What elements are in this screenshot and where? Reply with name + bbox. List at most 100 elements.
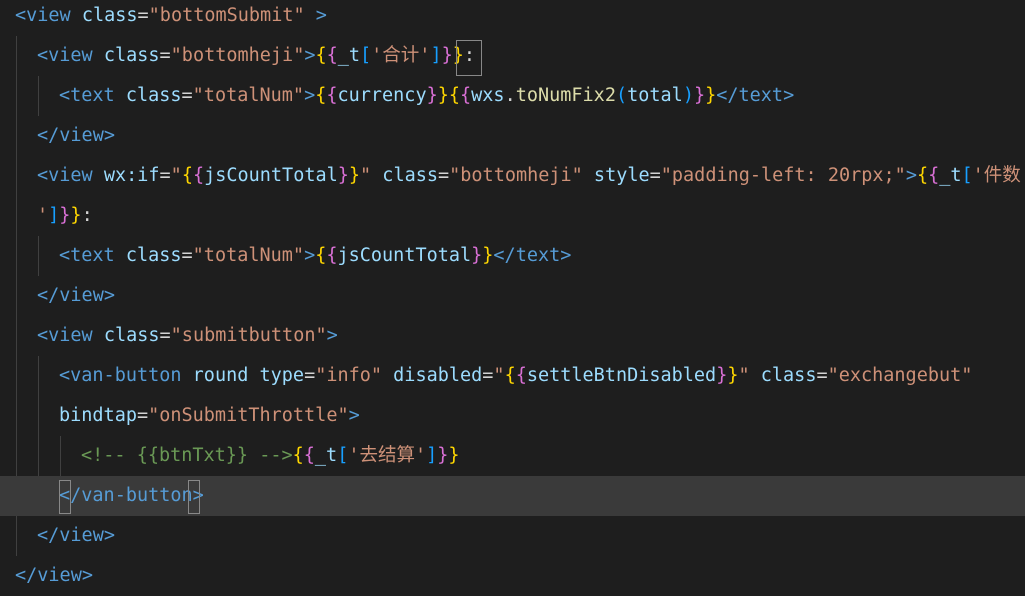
code-token: <: [37, 325, 49, 346]
code-token: {: [326, 85, 338, 106]
code-token: "totalNum": [192, 245, 305, 266]
code-text: <text class="totalNum">{{jsCountTotal}}<…: [59, 236, 571, 276]
code-token: view: [59, 525, 104, 546]
code-token: }: [716, 365, 728, 386]
code-token: >: [315, 5, 327, 26]
code-token: <: [15, 5, 27, 26]
bracket-match-highlight: [59, 480, 71, 514]
code-line[interactable]: <!-- {{btnTxt}} -->{{_t['去结算']}}: [0, 436, 1025, 476]
code-token: wxs: [471, 85, 505, 106]
code-token: jsCountTotal: [337, 245, 472, 266]
code-token: ': [37, 205, 49, 226]
code-line[interactable]: <view class="bottomheji">{{_t['合计']}}:: [0, 36, 1025, 76]
code-token: =: [816, 365, 828, 386]
code-token: <: [37, 45, 49, 66]
code-token: </: [493, 245, 516, 266]
code-token: currency: [337, 85, 427, 106]
code-line[interactable]: </view>: [0, 556, 1025, 596]
code-token: =: [649, 165, 661, 186]
code-token: class: [371, 165, 438, 186]
code-line[interactable]: </view>: [0, 516, 1025, 556]
code-token: "totalNum": [192, 85, 305, 106]
code-line[interactable]: <van-button round type="info" disabled="…: [0, 356, 1025, 396]
code-token: }: [70, 205, 82, 226]
code-text: <view class="bottomheji">{{_t['合计']}}:: [37, 36, 475, 76]
code-line[interactable]: <view wx:if="{{jsCountTotal}}" class="bo…: [0, 156, 1025, 196]
code-token: >: [103, 125, 115, 146]
code-token: {: [460, 85, 472, 106]
code-token: =: [482, 365, 494, 386]
code-token: >: [304, 245, 316, 266]
code-token: class: [749, 365, 817, 386]
code-token: }: [348, 165, 361, 186]
code-text: <view class="submitbutton">: [37, 316, 338, 356]
code-token: text: [738, 85, 784, 106]
code-token: wx:if: [92, 165, 160, 186]
code-token: {: [326, 45, 338, 66]
code-token: style: [582, 165, 650, 186]
code-token: >: [304, 45, 316, 66]
code-token: "padding-left: 20rpx;": [660, 165, 906, 186]
code-token: _t: [337, 45, 361, 66]
code-text: </view>: [37, 516, 115, 556]
code-token: "bottomSubmit": [148, 5, 305, 26]
code-token: >: [103, 525, 115, 546]
code-line[interactable]: <text class="totalNum">{{jsCountTotal}}<…: [0, 236, 1025, 276]
code-token: '去结算': [348, 445, 427, 466]
code-token: {: [448, 85, 461, 106]
code-token: text: [70, 245, 115, 266]
code-token: }: [705, 85, 717, 106]
code-token: van-button: [81, 485, 193, 506]
code-token: settleBtnDisabled: [526, 365, 717, 386]
code-token: >: [103, 285, 115, 306]
code-token: "onSubmitThrottle": [148, 405, 349, 426]
code-token: {: [504, 365, 516, 386]
code-line[interactable]: bindtap="onSubmitThrottle">: [0, 396, 1025, 436]
code-line[interactable]: </van-button>: [0, 476, 1025, 516]
code-editor[interactable]: <view class="bottomSubmit" > <view class=…: [0, 0, 1025, 594]
code-token: ): [682, 85, 694, 106]
code-token: round: [181, 365, 249, 386]
code-line[interactable]: ']}}:: [0, 196, 1025, 236]
code-line[interactable]: <view class="submitbutton">: [0, 316, 1025, 356]
code-token: view: [26, 5, 71, 26]
code-token: :: [81, 205, 93, 226]
bracket-match-highlight: [188, 480, 200, 514]
code-line[interactable]: <text class="totalNum">{{currency}}{{wxs…: [0, 76, 1025, 116]
code-token: jsCountTotal: [204, 165, 338, 186]
code-token: =: [181, 245, 193, 266]
code-token: ": [493, 365, 505, 386]
code-token: </: [37, 285, 60, 306]
code-token: <: [59, 245, 71, 266]
code-token: disabled: [382, 365, 483, 386]
code-token: }: [482, 245, 494, 266]
code-text: <view class="bottomSubmit" >: [15, 0, 327, 36]
code-token: view: [48, 325, 93, 346]
code-token: text: [515, 245, 561, 266]
code-token: </: [37, 125, 60, 146]
code-token: {: [928, 165, 940, 186]
code-token: {: [315, 45, 327, 66]
code-token: =: [304, 365, 316, 386]
code-token: =: [159, 45, 171, 66]
code-token: type: [248, 365, 305, 386]
code-token: "info": [315, 365, 383, 386]
code-token: van-button: [70, 365, 182, 386]
code-line[interactable]: </view>: [0, 276, 1025, 316]
code-token: text: [70, 85, 115, 106]
code-token: total: [627, 85, 683, 106]
code-line[interactable]: </view>: [0, 116, 1025, 156]
code-token: }: [471, 245, 483, 266]
code-token: <!-- {{btnTxt}} -->: [81, 445, 293, 466]
code-line[interactable]: <view class="bottomSubmit" >: [0, 0, 1025, 36]
code-token: view: [48, 165, 93, 186]
code-token: =: [181, 85, 193, 106]
code-token: =: [159, 165, 171, 186]
code-token: }: [426, 85, 438, 106]
code-text: <van-button round type="info" disabled="…: [59, 356, 972, 396]
code-token: class: [114, 85, 182, 106]
code-token: }: [693, 85, 706, 106]
code-token: {: [326, 245, 338, 266]
code-token: _t: [939, 165, 962, 186]
code-token: {: [315, 85, 327, 106]
